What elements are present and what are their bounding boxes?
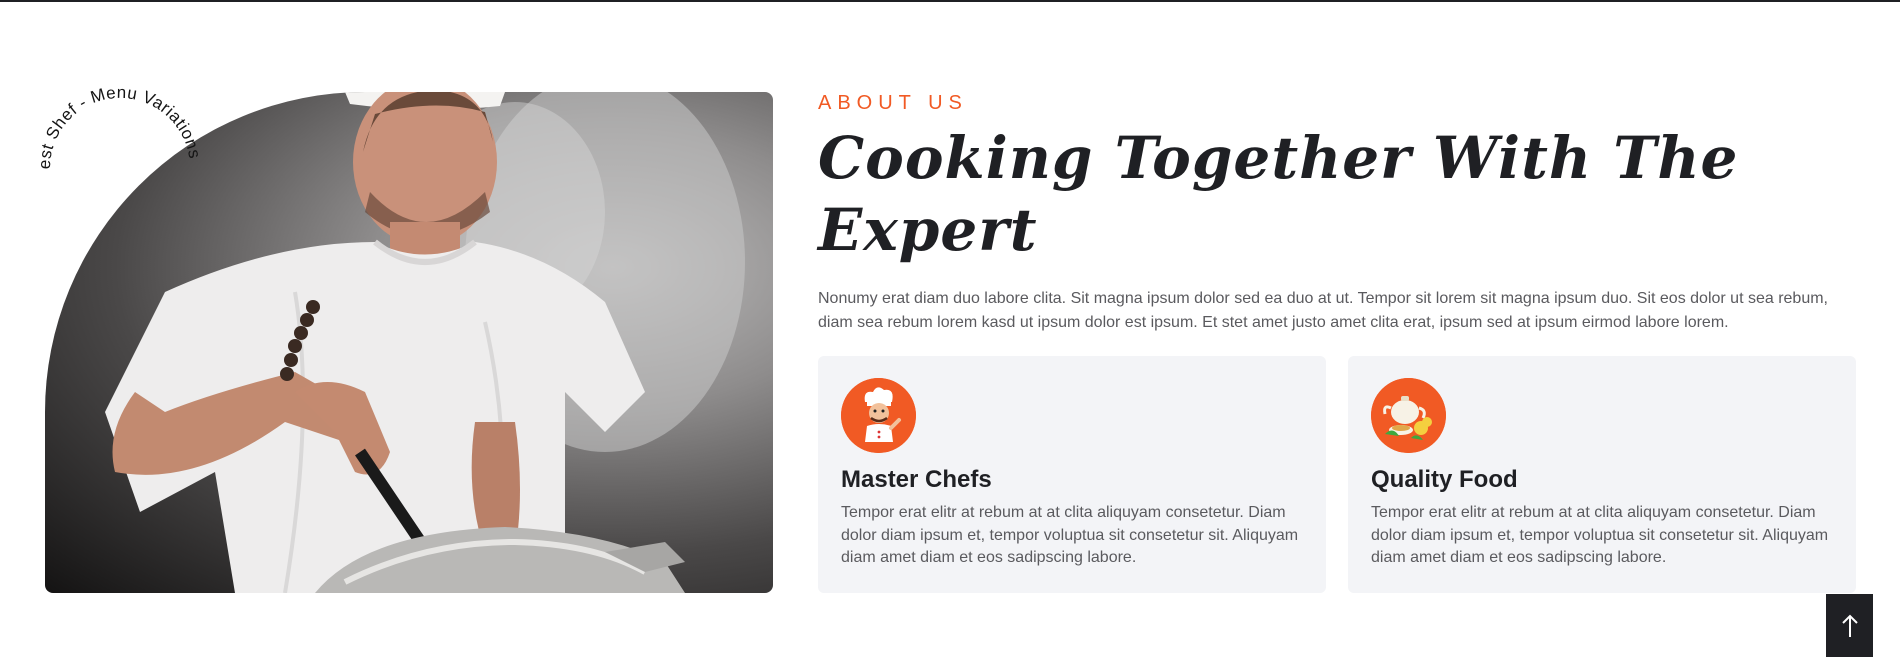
section-heading: Cooking Together With The Expert xyxy=(818,124,1739,264)
feature-title: Master Chefs xyxy=(841,466,992,493)
top-divider xyxy=(0,0,1900,2)
teapot-icon xyxy=(1371,378,1446,453)
section-intro: Nonumy erat diam duo labore clita. Sit m… xyxy=(818,290,1828,331)
chef-icon xyxy=(841,378,916,453)
arrow-up-icon xyxy=(1841,614,1858,637)
section-eyebrow: ABOUT US xyxy=(818,92,968,114)
back-to-top-button[interactable] xyxy=(1826,594,1873,657)
feature-card-quality-food: Quality Food Tempor erat elitr at rebum … xyxy=(1348,356,1856,593)
svg-text:Best Shef - Menu Variations: Best Shef - Menu Variations xyxy=(30,78,204,170)
feature-title: Quality Food xyxy=(1371,466,1518,493)
feature-card-master-chefs: Master Chefs Tempor erat elitr at rebum … xyxy=(818,356,1326,593)
feature-text: Tempor erat elitr at rebum at at clita a… xyxy=(1371,504,1829,566)
feature-text: Tempor erat elitr at rebum at at clita a… xyxy=(841,504,1299,566)
circle-badge-label: Best Shef - Menu Variations xyxy=(30,78,204,170)
circle-badge-text: Best Shef - Menu Variations xyxy=(30,78,204,170)
